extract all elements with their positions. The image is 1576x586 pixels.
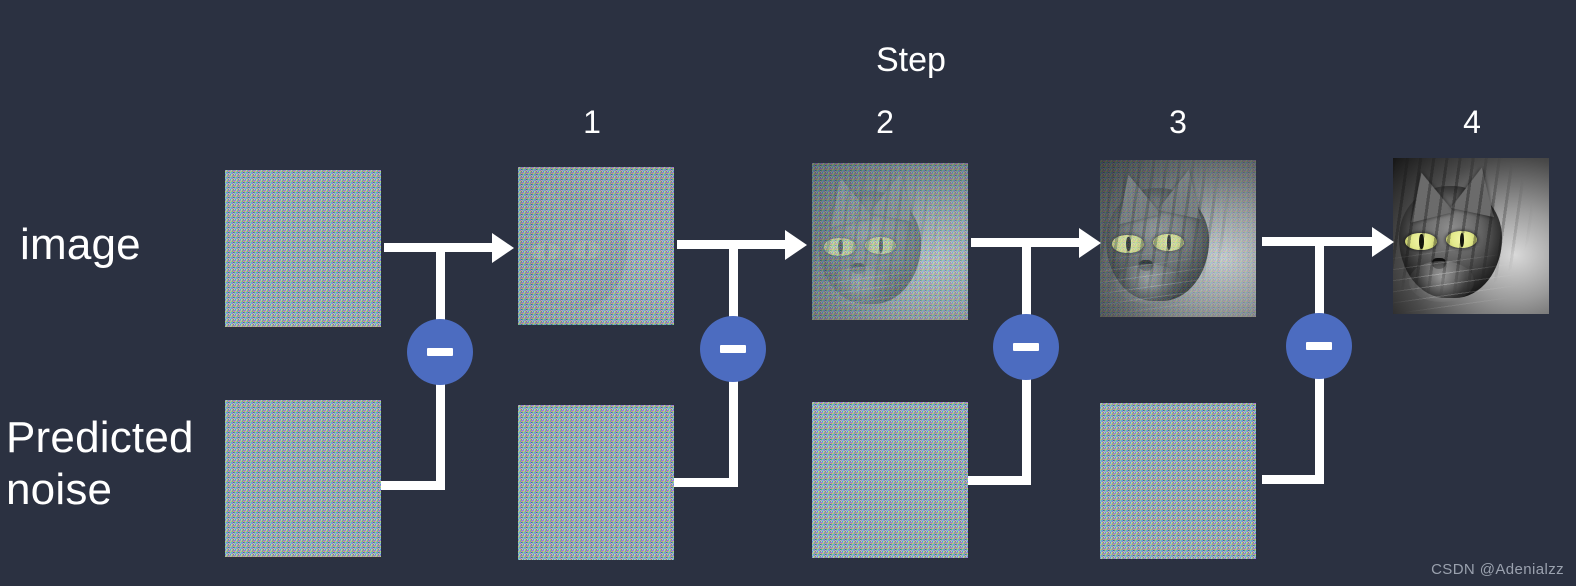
noise-tile-3 (1100, 403, 1256, 559)
noise-connector-horiz-4 (1262, 475, 1322, 484)
noise-tile-2 (812, 402, 968, 558)
step-number-4: 4 (1463, 104, 1481, 140)
diffusion-denoising-diagram: Step 1 2 3 4 image Predicted noise CSDN … (0, 0, 1576, 586)
noise-texture (518, 405, 674, 560)
cat-artwork (812, 163, 968, 320)
noise-texture (225, 170, 381, 327)
subtract-operator-2[interactable] (700, 316, 766, 382)
flow-arrow-head-3 (1079, 228, 1101, 258)
image-tile-step-1 (518, 167, 674, 325)
subtract-connector-vert-bottom-2 (729, 380, 738, 487)
image-tile-step-2 (812, 163, 968, 320)
step-header-label: Step (876, 41, 946, 79)
subtract-connector-vert-top-4 (1315, 237, 1324, 315)
noise-tile-1 (518, 405, 674, 560)
noise-texture (812, 402, 968, 558)
image-tile-step-0 (225, 170, 381, 327)
image-tile-step-3 (1100, 160, 1256, 317)
row-label-predicted-noise: Predicted noise (6, 413, 194, 514)
subtract-connector-vert-bottom-4 (1315, 377, 1324, 484)
minus-icon (1013, 343, 1039, 351)
cat-artwork (1393, 158, 1549, 314)
noise-tile-0 (225, 400, 381, 557)
noise-connector-horiz-2 (674, 478, 734, 487)
image-tile-step-4 (1393, 158, 1549, 314)
subtract-connector-vert-bottom-1 (436, 383, 445, 490)
flow-arrow-head-2 (785, 230, 807, 260)
subtract-connector-vert-top-2 (729, 240, 738, 318)
subtract-operator-4[interactable] (1286, 313, 1352, 379)
subtract-connector-vert-bottom-3 (1022, 378, 1031, 485)
step-number-1: 1 (583, 104, 601, 140)
step-number-2: 2 (876, 104, 894, 140)
minus-icon (720, 345, 746, 353)
cat-artwork (1100, 160, 1256, 317)
subtract-operator-1[interactable] (407, 319, 473, 385)
cat-artwork (518, 167, 674, 325)
noise-texture (225, 400, 381, 557)
noise-connector-horiz-1 (381, 481, 441, 490)
subtract-operator-3[interactable] (993, 314, 1059, 380)
flow-arrow-head-4 (1372, 227, 1394, 257)
step-number-3: 3 (1169, 104, 1187, 140)
noise-connector-horiz-3 (968, 476, 1028, 485)
noise-texture (1100, 403, 1256, 559)
subtract-connector-vert-top-3 (1022, 238, 1031, 316)
minus-icon (1306, 342, 1332, 350)
minus-icon (427, 348, 453, 356)
row-label-image: image (20, 220, 141, 269)
flow-arrow-head-1 (492, 233, 514, 263)
watermark: CSDN @Adenialzz (1431, 561, 1564, 578)
subtract-connector-vert-top-1 (436, 243, 445, 321)
